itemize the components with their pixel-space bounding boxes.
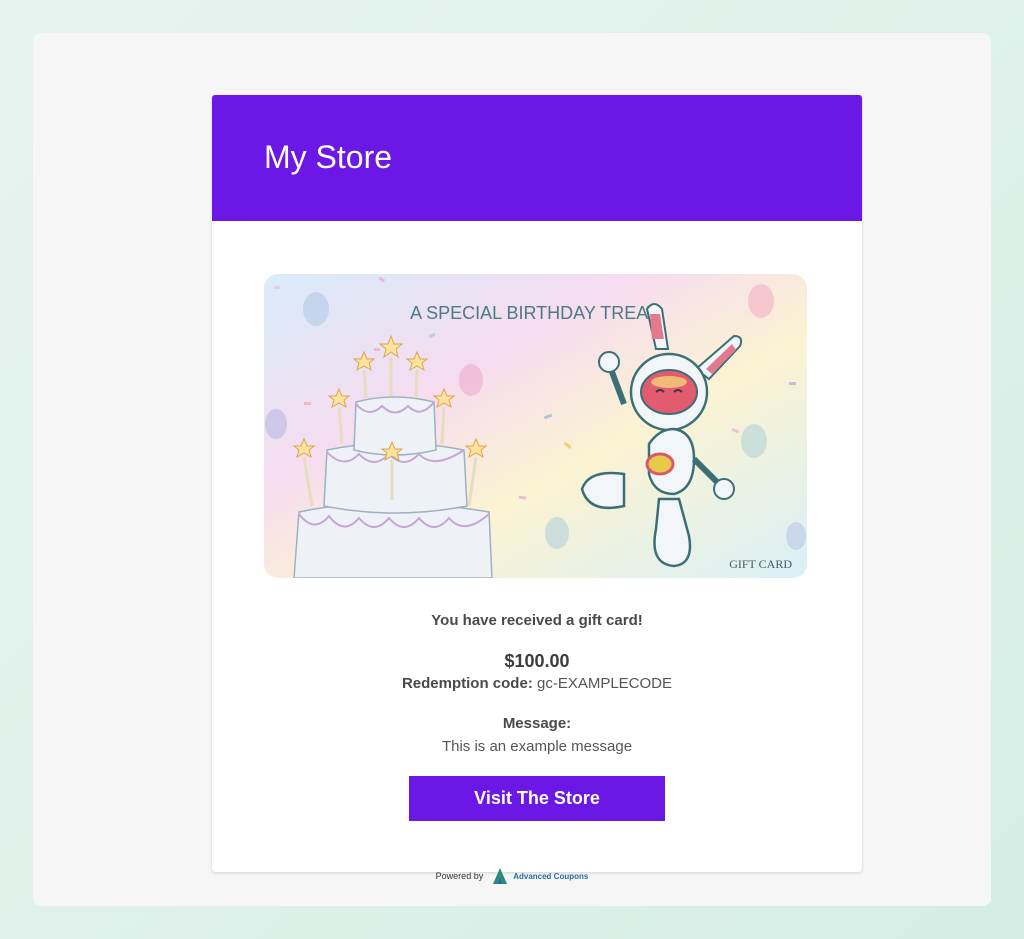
advanced-coupons-logo[interactable]: Advanced Coupons <box>491 868 588 884</box>
visit-store-button[interactable]: Visit The Store <box>409 776 665 821</box>
gift-card-corner-label: GIFT CARD <box>729 557 792 571</box>
store-title: My Store <box>264 139 393 175</box>
advanced-coupons-text: Advanced Coupons <box>513 871 589 881</box>
redemption-code-label: Redemption code: <box>401 675 533 692</box>
redemption-code-line: Redemption code: gc-EXAMPLECODE <box>212 675 862 692</box>
gift-card-image: A SPECIAL BIRTHDAY TREAT GIFT CARD <box>264 274 807 578</box>
email-panel: My Store A SPECIAL BIRTHDAY TREAT GIFT C… <box>33 33 991 906</box>
received-text: You have received a gift card! <box>431 612 643 629</box>
message-text: This is an example message <box>441 738 633 755</box>
redemption-code-value: gc-EXAMPLECODE <box>536 675 673 692</box>
gift-card-headline: A SPECIAL BIRTHDAY TREAT <box>410 303 658 323</box>
advanced-coupons-icon <box>493 868 508 884</box>
powered-by-text: Powered by <box>435 871 484 881</box>
message-label: Message: <box>502 715 572 732</box>
store-header: My Store <box>212 95 862 221</box>
email-card: My Store A SPECIAL BIRTHDAY TREAT GIFT C… <box>212 95 862 872</box>
gift-card-amount: $100.00 <box>504 651 570 671</box>
footer: Powered by Advanced Coupons <box>0 868 1024 884</box>
